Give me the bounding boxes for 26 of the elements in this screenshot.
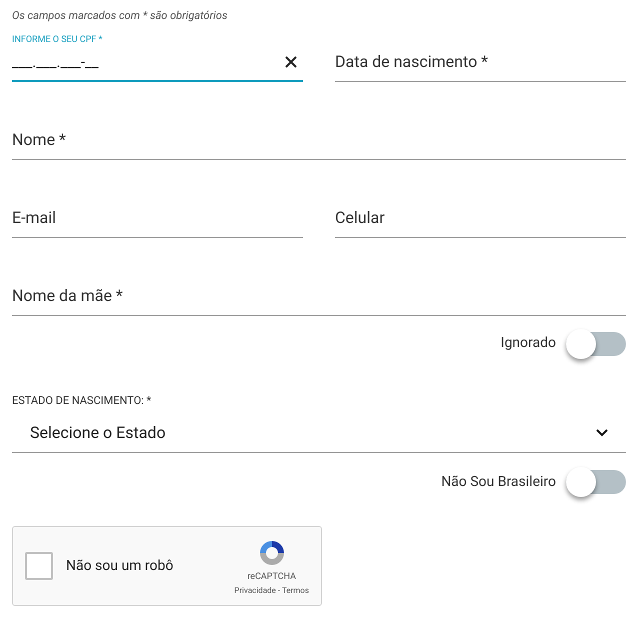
field-label: Nome da mãe * — [12, 284, 124, 306]
text-field[interactable]: Nome * — [12, 112, 626, 160]
toggle-switch[interactable] — [566, 470, 626, 494]
field-label: INFORME O SEU CPF * — [12, 34, 102, 46]
chevron-down-icon — [596, 428, 608, 436]
field-value: ___.___.___-__ — [12, 52, 98, 73]
field-label: E-mail — [12, 206, 58, 228]
close-icon[interactable] — [285, 56, 297, 68]
text-field[interactable]: Data de nascimento * — [335, 34, 626, 82]
toggle-switch[interactable] — [566, 332, 626, 356]
toggle-label: Ignorado — [500, 334, 556, 353]
field-label: Celular — [335, 206, 386, 228]
field-label: Data de nascimento * — [335, 50, 490, 72]
state-select[interactable]: Selecione o Estado — [12, 413, 626, 453]
captcha-links[interactable]: Privacidade - Termos — [234, 584, 309, 596]
captcha-label: Não sou um robô — [66, 556, 174, 576]
required-note: Os campos marcados com * são obrigatórios — [12, 8, 228, 24]
captcha-brand: reCAPTCHA — [247, 571, 296, 584]
text-field[interactable]: INFORME O SEU CPF * ___.___.___-__ — [12, 34, 303, 82]
select-label: ESTADO DE NASCIMENTO: * — [12, 392, 152, 408]
text-field[interactable]: Celular — [335, 190, 626, 238]
toggle-label: Não Sou Brasileiro — [441, 472, 556, 492]
field-label: Nome * — [12, 128, 67, 150]
captcha-checkbox[interactable] — [25, 552, 53, 580]
text-field[interactable]: Nome da mãe * — [12, 268, 626, 316]
text-field[interactable]: E-mail — [12, 190, 303, 238]
